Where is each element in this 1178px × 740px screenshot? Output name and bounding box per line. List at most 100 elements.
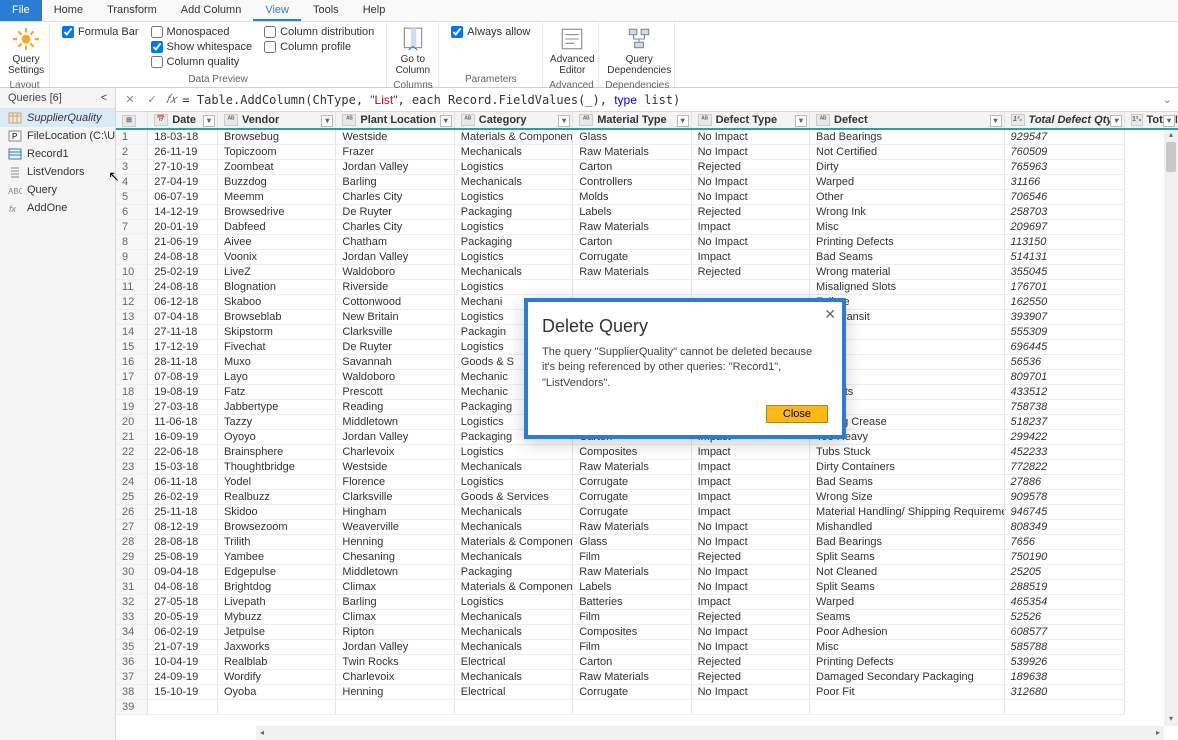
cell[interactable]: Corrugate bbox=[573, 685, 691, 700]
cell[interactable]: Rejected bbox=[691, 160, 809, 175]
cell[interactable]: Clarksville bbox=[336, 325, 454, 340]
cell[interactable]: 28-08-18 bbox=[148, 535, 218, 550]
table-row[interactable]: 3815-10-19OyobaHenningElectricalCorrugat… bbox=[116, 685, 1178, 700]
cell[interactable]: 08-12-19 bbox=[148, 520, 218, 535]
cell[interactable]: Tazzy bbox=[217, 415, 335, 430]
cell[interactable]: 518237 bbox=[1004, 415, 1125, 430]
table-row[interactable]: 821-06-19AiveeChathamPackagingCartonNo I… bbox=[116, 235, 1178, 250]
cell[interactable]: Impact bbox=[691, 460, 809, 475]
cell[interactable] bbox=[573, 280, 691, 295]
cell[interactable]: 465354 bbox=[1004, 595, 1125, 610]
cell[interactable]: Muxo bbox=[217, 355, 335, 370]
cell[interactable]: LiveZ bbox=[217, 265, 335, 280]
cell[interactable]: No Impact bbox=[691, 565, 809, 580]
cell[interactable]: Yodel bbox=[217, 475, 335, 490]
cell[interactable]: 514131 bbox=[1004, 250, 1125, 265]
cell[interactable]: Split Seams bbox=[810, 580, 1005, 595]
cell[interactable] bbox=[691, 700, 809, 715]
filter-dropdown-icon[interactable]: ▾ bbox=[1163, 115, 1175, 127]
cell[interactable]: 696445 bbox=[1004, 340, 1125, 355]
table-row[interactable]: 3724-09-19WordifyCharlevoixMechanicalsRa… bbox=[116, 670, 1178, 685]
cell[interactable]: Waldoboro bbox=[336, 370, 454, 385]
always-allow-checkbox[interactable]: Always allow bbox=[451, 26, 530, 38]
cell[interactable]: Packaging bbox=[454, 205, 572, 220]
cell[interactable]: Browsedrive bbox=[217, 205, 335, 220]
cell[interactable]: Film bbox=[573, 640, 691, 655]
table-row[interactable]: 3227-05-18LivepathBarlingLogisticsBatter… bbox=[116, 595, 1178, 610]
cell[interactable]: Wordify bbox=[217, 670, 335, 685]
cell[interactable]: Topiczoom bbox=[217, 145, 335, 160]
cell[interactable]: Fivechat bbox=[217, 340, 335, 355]
cell[interactable]: Browsezoom bbox=[217, 520, 335, 535]
cell[interactable]: Jetpulse bbox=[217, 625, 335, 640]
cell[interactable]: 209697 bbox=[1004, 220, 1125, 235]
cell[interactable]: Misc bbox=[810, 640, 1005, 655]
column-header-plant-location[interactable]: ᴬᴮPlant Location▾ bbox=[336, 112, 454, 129]
cell[interactable]: Glass bbox=[573, 535, 691, 550]
menu-help[interactable]: Help bbox=[351, 0, 398, 21]
cell[interactable]: 24-08-18 bbox=[148, 250, 218, 265]
cell[interactable]: Impact bbox=[691, 220, 809, 235]
cell[interactable]: Molds bbox=[573, 190, 691, 205]
cell[interactable]: 06-11-18 bbox=[148, 475, 218, 490]
cell[interactable]: 176701 bbox=[1004, 280, 1125, 295]
cell[interactable]: 27-05-18 bbox=[148, 595, 218, 610]
cell[interactable]: No Impact bbox=[691, 640, 809, 655]
cell[interactable]: Layo bbox=[217, 370, 335, 385]
cell[interactable]: Batteries bbox=[573, 595, 691, 610]
cell[interactable]: Logistics bbox=[454, 190, 572, 205]
query-item-filelocation-c-users-[interactable]: PFileLocation (C:\Users... bbox=[0, 127, 115, 145]
column-header-total-dow[interactable]: 1²₃Total Dow▾ bbox=[1125, 112, 1178, 129]
advanced-editor-button[interactable]: Advanced Editor bbox=[549, 24, 595, 78]
cell[interactable]: Corrugate bbox=[573, 490, 691, 505]
cell[interactable]: Rejected bbox=[691, 655, 809, 670]
cell[interactable]: Rejected bbox=[691, 205, 809, 220]
cell[interactable]: Other bbox=[810, 190, 1005, 205]
cell[interactable]: Impact bbox=[691, 595, 809, 610]
query-item-listvendors[interactable]: ListVendors bbox=[0, 163, 115, 181]
cell[interactable]: Packaging bbox=[454, 235, 572, 250]
cell[interactable]: Jordan Valley bbox=[336, 640, 454, 655]
cell[interactable]: 765963 bbox=[1004, 160, 1125, 175]
cell[interactable]: Poor Adhesion bbox=[810, 625, 1005, 640]
cell[interactable]: Glass bbox=[573, 129, 691, 145]
goto-column-button[interactable]: Go to Column bbox=[393, 24, 432, 78]
cell[interactable]: Charles City bbox=[336, 220, 454, 235]
cell[interactable]: Mybuzz bbox=[217, 610, 335, 625]
cell[interactable]: 909578 bbox=[1004, 490, 1125, 505]
menu-add-column[interactable]: Add Column bbox=[169, 0, 254, 21]
cell[interactable]: New Britain bbox=[336, 310, 454, 325]
cell[interactable]: Westside bbox=[336, 129, 454, 145]
cell[interactable]: Labels bbox=[573, 580, 691, 595]
cell[interactable]: Chatham bbox=[336, 235, 454, 250]
table-row[interactable]: 1025-02-19LiveZWaldoboroMechanicalsRaw M… bbox=[116, 265, 1178, 280]
query-settings-button[interactable]: Query Settings bbox=[6, 24, 46, 78]
cell[interactable]: Prescott bbox=[336, 385, 454, 400]
query-item-addone[interactable]: fxAddOne bbox=[0, 199, 115, 217]
cell[interactable]: 26-11-19 bbox=[148, 145, 218, 160]
cell[interactable] bbox=[148, 700, 218, 715]
cell[interactable]: 25-11-18 bbox=[148, 505, 218, 520]
cell[interactable]: 162550 bbox=[1004, 295, 1125, 310]
cell[interactable]: 27-03-18 bbox=[148, 400, 218, 415]
cell[interactable]: Packaging bbox=[454, 565, 572, 580]
menu-transform[interactable]: Transform bbox=[95, 0, 169, 21]
cell[interactable]: Logistics bbox=[454, 280, 572, 295]
cell[interactable]: Mechanicals bbox=[454, 670, 572, 685]
table-row[interactable]: 226-11-19TopiczoomFrazerMechanicalsRaw M… bbox=[116, 145, 1178, 160]
cell[interactable]: Composites bbox=[573, 625, 691, 640]
column-distribution-checkbox[interactable]: Column distribution bbox=[264, 26, 374, 38]
cell[interactable]: De Ruyter bbox=[336, 205, 454, 220]
column-header-material-type[interactable]: ᴬᴮMaterial Type▾ bbox=[573, 112, 691, 129]
cell[interactable]: Not Cleaned bbox=[810, 565, 1005, 580]
scroll-down-icon[interactable]: ▾ bbox=[1164, 714, 1178, 726]
cell[interactable]: Ripton bbox=[336, 625, 454, 640]
cell[interactable]: Dabfeed bbox=[217, 220, 335, 235]
cell[interactable]: Climax bbox=[336, 610, 454, 625]
cell[interactable]: Rejected bbox=[691, 610, 809, 625]
cell[interactable]: No Impact bbox=[691, 190, 809, 205]
cell[interactable]: Jaxworks bbox=[217, 640, 335, 655]
cell[interactable]: Climax bbox=[336, 580, 454, 595]
cell[interactable]: 772822 bbox=[1004, 460, 1125, 475]
table-row[interactable]: 2315-03-18ThoughtbridgeWestsideMechanica… bbox=[116, 460, 1178, 475]
